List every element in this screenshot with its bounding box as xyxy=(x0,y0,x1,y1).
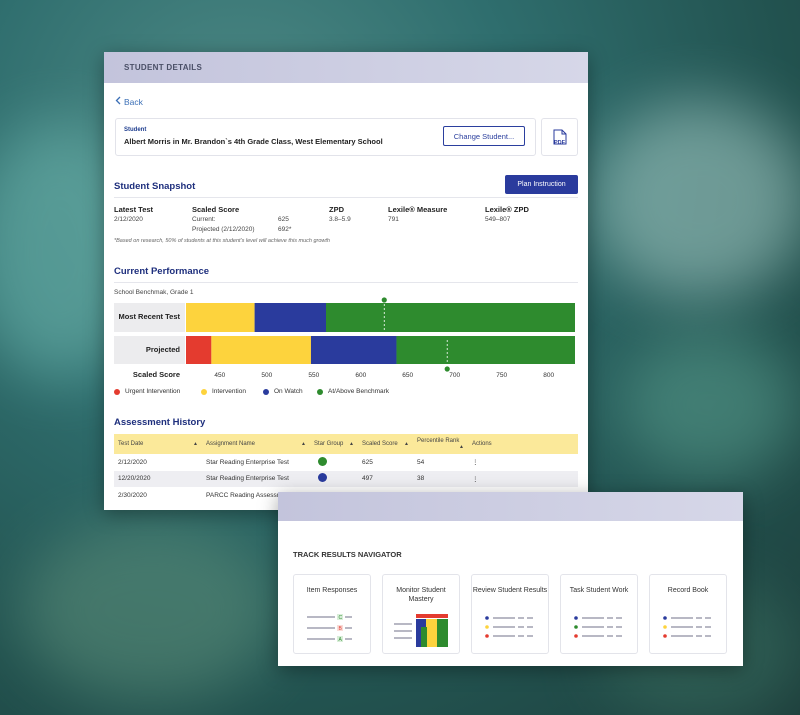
tile-label: Monitor Student Mastery xyxy=(396,587,446,604)
legend-dot-urgent xyxy=(114,388,120,395)
bar-segment-urgent-intervention xyxy=(186,336,212,364)
tile-review-student-results[interactable]: Review Student Results xyxy=(471,574,549,654)
legend-dot-on-watch xyxy=(263,388,269,395)
tile-item-responses[interactable]: Item Responses C B A xyxy=(293,574,371,654)
axis-tick-label: 550 xyxy=(308,372,320,379)
legend-label: At/Above Benchmark xyxy=(328,388,390,395)
legend-item-on-watch: On Watch xyxy=(263,388,303,395)
cell-assignment: Star Reading Enterprise Test xyxy=(202,470,310,487)
legend-item-urgent: Urgent Intervention xyxy=(114,388,180,395)
tile-label: Item Responses xyxy=(306,587,358,594)
assessment-history-title: Assessment History xyxy=(114,417,206,428)
mastery-chart-icon xyxy=(394,614,448,647)
sort-icon: ▲ xyxy=(301,441,306,447)
performance-chart xyxy=(186,297,575,372)
track-results-navigator: TRACK RESULTS NAVIGATOR Item Responses C… xyxy=(278,492,743,666)
axis-tick-label: 650 xyxy=(402,372,414,379)
legend-item-intervention: Intervention xyxy=(201,388,246,395)
legend-label: Intervention xyxy=(212,388,246,395)
sort-icon: ▲ xyxy=(193,441,198,447)
student-work-icon xyxy=(574,616,622,638)
legend-label: Urgent Intervention xyxy=(125,388,181,395)
cell-date: 12/20/2020 xyxy=(114,470,202,487)
tile-monitor-student-mastery[interactable]: Monitor Student Mastery xyxy=(382,574,460,654)
score-marker-dot xyxy=(381,297,387,303)
cell-date: 2/30/2020 xyxy=(118,491,147,499)
axis-tick-label: 750 xyxy=(496,372,508,379)
bar-segment-intervention xyxy=(186,303,255,332)
star-group-dot xyxy=(318,456,327,466)
cell-rank: 54 xyxy=(417,458,425,466)
legend-item-benchmark: At/Above Benchmark xyxy=(317,388,389,395)
column-header-actions: Actions xyxy=(468,434,578,454)
sort-icon: ▲ xyxy=(349,441,354,447)
tile-record-book[interactable]: Record Book xyxy=(649,574,727,654)
cell-assignment: Star Reading Enterprise Test xyxy=(206,458,289,466)
column-header-percentile[interactable]: Percentile Rank ▲ xyxy=(413,434,468,454)
cell-star-group xyxy=(310,470,358,487)
column-header-scaled-score[interactable]: Scaled Score ▲ xyxy=(358,434,413,454)
column-header-star-group[interactable]: Star Group ▲ xyxy=(310,434,358,454)
star-group-dot xyxy=(318,473,327,483)
bar-segment-at-above-benchmark xyxy=(326,303,575,332)
column-header-test-date[interactable]: Test Date ▲ xyxy=(114,434,202,454)
table-row[interactable]: 2/12/2020 Star Reading Enterprise Test 6… xyxy=(114,454,578,471)
axis-tick-label: 700 xyxy=(449,372,461,379)
row-actions-menu-icon[interactable]: ⋮ xyxy=(468,470,578,487)
record-book-icon xyxy=(663,616,711,638)
svg-text:C: C xyxy=(339,615,343,621)
bar-segment-intervention xyxy=(211,336,311,364)
cell-score: 625 xyxy=(362,458,373,466)
tile-label: Task Student Work xyxy=(569,587,629,594)
cell-score: 497 xyxy=(358,470,413,487)
score-marker-dot xyxy=(444,366,450,372)
cell-rank: 38 xyxy=(413,470,468,487)
student-details-panel: STUDENT DETAILS Back Student Albert Morr… xyxy=(104,52,588,510)
bar-segment-on-watch xyxy=(310,336,397,364)
sort-icon: ▲ xyxy=(404,441,409,447)
legend-label: On Watch xyxy=(274,388,303,395)
navigator-title: TRACK RESULTS NAVIGATOR xyxy=(293,550,402,559)
legend-dot-intervention xyxy=(201,388,207,395)
item-responses-icon: C B A xyxy=(307,614,352,643)
tile-label: Review Student Results xyxy=(472,587,548,594)
cell-date: 2/12/2020 xyxy=(118,458,147,466)
row-actions-menu-icon[interactable]: ⋮ xyxy=(468,454,578,471)
table-header-row: Test Date ▲ Assignment Name ▲ Star Group ▲ … xyxy=(114,434,578,454)
legend-dot-benchmark xyxy=(317,388,323,395)
axis-tick-label: 450 xyxy=(214,372,226,379)
navigator-header xyxy=(278,492,743,521)
axis-tick-label: 800 xyxy=(543,372,555,379)
table-row[interactable]: 12/20/2020 Star Reading Enterprise Test … xyxy=(114,470,578,487)
axis-tick-label: 500 xyxy=(261,372,273,379)
bar-segment-at-above-benchmark xyxy=(396,336,575,364)
tile-task-student-work[interactable]: Task Student Work xyxy=(560,574,638,654)
bar-segment-on-watch xyxy=(254,303,327,332)
axis-tick-label: 600 xyxy=(355,372,367,379)
tile-label: Record Book xyxy=(667,587,709,594)
results-list-icon xyxy=(485,616,533,638)
column-header-assignment[interactable]: Assignment Name ▲ xyxy=(202,434,310,454)
cell-star-group xyxy=(310,454,358,471)
sort-icon: ▲ xyxy=(459,444,464,450)
